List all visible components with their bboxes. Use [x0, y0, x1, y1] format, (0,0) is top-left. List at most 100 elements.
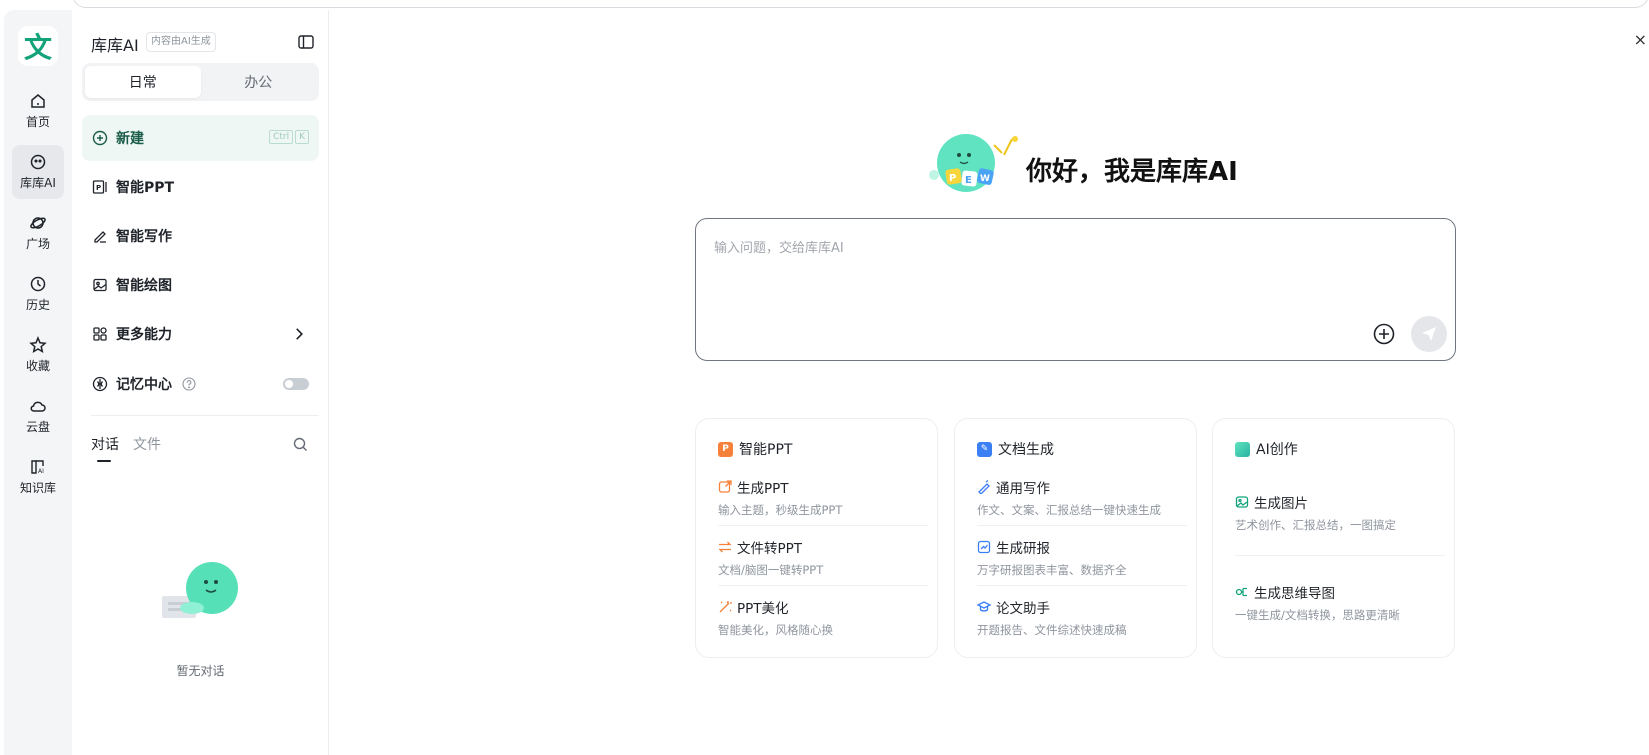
- close-icon[interactable]: ×: [1634, 30, 1647, 49]
- segment-daily[interactable]: 日常: [85, 66, 201, 98]
- add-attachment-icon[interactable]: [1373, 323, 1395, 345]
- history-tabs: 对话 文件: [91, 434, 161, 462]
- pen-icon: [94, 231, 106, 243]
- image-icon: [1235, 496, 1249, 508]
- item-subtitle: 艺术创作、汇报总结，一图搞定: [1235, 518, 1396, 532]
- shortcut-hint: Ctrl K: [269, 130, 309, 144]
- item-title: 生成研报: [996, 541, 1050, 557]
- card-item-mindmap[interactable]: 生成思维导图 一键生成/文档转换，思路更清晰: [1235, 582, 1445, 623]
- sidebar-panel: 库库AI 内容由AI生成 日常 办公 新建 Ctrl K P 智能PPT 智能写…: [72, 10, 329, 755]
- divider: [977, 525, 1187, 526]
- ai-generated-tag: 内容由AI生成: [146, 32, 216, 52]
- bot-icon: [30, 154, 46, 170]
- rail-label: 收藏: [25, 359, 50, 373]
- card-header: ✎ 文档生成: [977, 439, 1054, 459]
- card-item-generate-ppt[interactable]: 生成PPT 输入主题，秒级生成PPT: [718, 477, 928, 518]
- card-title: AI创作: [1256, 442, 1298, 458]
- app-logo[interactable]: 文: [18, 26, 58, 66]
- mascot-letter-e: E: [965, 175, 972, 186]
- send-icon: [1422, 327, 1436, 341]
- kbd-k: K: [295, 130, 309, 144]
- memory-icon: [92, 376, 108, 392]
- card-item-generate-image[interactable]: 生成图片 艺术创作、汇报总结，一图搞定: [1235, 492, 1445, 533]
- tab-files[interactable]: 文件: [133, 434, 161, 454]
- empty-mascot-illustration: [162, 562, 238, 618]
- nav-smart-drawing[interactable]: 智能绘图: [82, 262, 319, 308]
- chat-input-box: [695, 218, 1456, 361]
- card-doc-generation: ✎ 文档生成 通用写作 作文、文案、汇报总结一键快速生成 生成研报 万字研报图表…: [954, 418, 1197, 658]
- rail-label: 云盘: [25, 420, 50, 434]
- card-item-thesis-assistant[interactable]: 论文助手 开题报告、文件综述快速成稿: [977, 597, 1187, 638]
- item-title: 生成图片: [1254, 496, 1308, 512]
- item-title: 论文助手: [996, 601, 1050, 617]
- icon-rail: 文 首页 库库AI 广场 历史 收藏 云盘 AI 知识库: [4, 10, 72, 755]
- divider: [977, 585, 1187, 586]
- mascot-letter-p: P: [949, 173, 956, 184]
- card-item-ppt-beautify[interactable]: PPT美化 智能美化，风格随心换: [718, 597, 928, 638]
- sidebar-toggle-icon[interactable]: [297, 33, 315, 51]
- rail-item-cloud[interactable]: 云盘: [12, 389, 64, 443]
- browser-address-strip: [0, 0, 1649, 10]
- item-title: PPT美化: [737, 601, 789, 617]
- chat-input[interactable]: [714, 237, 1414, 317]
- rail-label: 库库AI: [20, 176, 56, 190]
- card-title: 文档生成: [998, 442, 1054, 458]
- card-title: 智能PPT: [739, 442, 793, 458]
- help-icon[interactable]: [182, 377, 196, 391]
- chart-icon: [977, 540, 991, 554]
- rail-item-kuku-ai[interactable]: 库库AI: [12, 145, 64, 199]
- ai-creation-badge-icon: [1235, 441, 1250, 457]
- item-subtitle: 作文、文案、汇报总结一键快速生成: [977, 503, 1161, 517]
- rail-item-square[interactable]: 广场: [12, 206, 64, 260]
- star-icon: [29, 336, 47, 354]
- nav-label: 记忆中心: [116, 377, 172, 393]
- rail-item-knowledge[interactable]: AI 知识库: [12, 450, 64, 504]
- mode-segmented-control: 日常 办公: [82, 63, 319, 101]
- new-chat-button[interactable]: 新建 Ctrl K: [82, 115, 319, 161]
- grid-icon: [93, 327, 107, 341]
- card-item-research-report[interactable]: 生成研报 万字研报图表丰富、数据齐全: [977, 537, 1187, 578]
- nav-label: 智能绘图: [116, 278, 172, 294]
- memory-toggle[interactable]: [283, 378, 309, 390]
- divider: [718, 585, 928, 586]
- item-title: 通用写作: [996, 481, 1050, 497]
- divider: [91, 415, 319, 416]
- card-header: AI创作: [1235, 439, 1298, 459]
- nav-smart-writing[interactable]: 智能写作: [82, 213, 319, 259]
- plus-circle-icon: [92, 130, 108, 146]
- send-button[interactable]: [1411, 316, 1447, 352]
- pen-icon: [978, 480, 990, 494]
- home-icon: [31, 94, 45, 108]
- kbd-ctrl: Ctrl: [269, 130, 294, 144]
- card-item-general-writing[interactable]: 通用写作 作文、文案、汇报总结一键快速生成: [977, 477, 1187, 518]
- segment-office[interactable]: 办公: [201, 66, 317, 98]
- card-item-file-to-ppt[interactable]: 文件转PPT 文档/脑图一键转PPT: [718, 537, 928, 578]
- card-smart-ppt: P 智能PPT 生成PPT 输入主题，秒级生成PPT 文件转PPT 文档/脑图一…: [695, 418, 938, 658]
- item-title: 生成思维导图: [1254, 586, 1335, 602]
- address-bar[interactable]: [72, 0, 1649, 8]
- nav-label: 智能PPT: [116, 180, 175, 196]
- panel-title: 库库AI: [91, 36, 139, 55]
- convert-icon: [718, 541, 732, 553]
- item-subtitle: 输入主题，秒级生成PPT: [718, 503, 843, 517]
- nav-smart-ppt[interactable]: P 智能PPT: [82, 164, 319, 210]
- tab-conversations[interactable]: 对话: [91, 434, 119, 462]
- cloud-icon: [30, 401, 46, 412]
- magic-wand-icon: [719, 601, 732, 613]
- nav-more-abilities[interactable]: 更多能力: [82, 311, 319, 357]
- knowledge-icon: AI: [31, 460, 44, 475]
- search-icon[interactable]: [293, 437, 308, 452]
- rail-item-home[interactable]: 首页: [12, 84, 64, 138]
- rail-item-favorites[interactable]: 收藏: [12, 328, 64, 382]
- image-icon: [93, 278, 107, 292]
- ppt-badge-icon: P: [718, 441, 733, 457]
- rail-item-history[interactable]: 历史: [12, 267, 64, 321]
- svg-text:P: P: [96, 184, 101, 192]
- item-subtitle: 万字研报图表丰富、数据齐全: [977, 563, 1127, 577]
- mascot-letter-w: W: [980, 174, 990, 184]
- graduation-cap-icon: [977, 601, 991, 612]
- nav-memory-center[interactable]: 记忆中心: [82, 361, 319, 407]
- generate-icon: [718, 480, 732, 493]
- item-title: 生成PPT: [737, 481, 789, 497]
- item-subtitle: 一键生成/文档转换，思路更清晰: [1235, 608, 1400, 622]
